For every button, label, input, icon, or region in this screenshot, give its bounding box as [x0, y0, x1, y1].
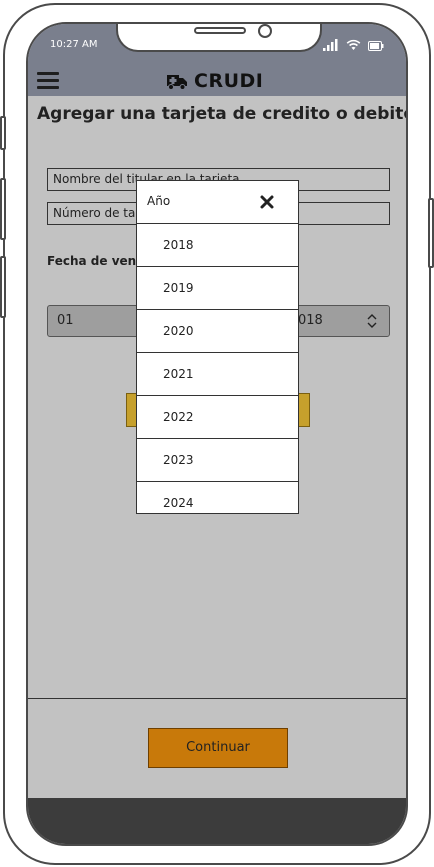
- year-option-2021[interactable]: 2021: [137, 353, 298, 396]
- camera: [258, 24, 272, 38]
- status-icons: [323, 39, 384, 51]
- battery-icon: [368, 41, 384, 51]
- status-time: 10:27 AM: [50, 39, 98, 50]
- year-option-2024[interactable]: 2024: [137, 482, 298, 513]
- year-option-2019[interactable]: 2019: [137, 267, 298, 310]
- up-down-chevron-icon: [367, 314, 377, 328]
- hamburger-menu-icon[interactable]: [37, 72, 59, 90]
- speaker: [194, 27, 246, 34]
- continue-button[interactable]: Continuar: [148, 728, 288, 768]
- year-option-2023[interactable]: 2023: [137, 439, 298, 482]
- year-picker-dialog: Año 2018 2019 2020 2021 2022 2023 2024: [136, 180, 299, 514]
- status-bar: 10:27 AM: [28, 24, 406, 66]
- wifi-icon: [346, 39, 361, 50]
- year-option-2018[interactable]: 2018: [137, 224, 298, 267]
- bottom-bar: [28, 798, 406, 844]
- side-button: [0, 178, 6, 240]
- year-option-2020[interactable]: 2020: [137, 310, 298, 353]
- ambulance-icon: [167, 75, 187, 90]
- side-button: [428, 198, 434, 268]
- year-option-2022[interactable]: 2022: [137, 396, 298, 439]
- signal-icon: [323, 39, 338, 51]
- year-picker-header: Año: [137, 181, 298, 224]
- divider: [28, 698, 406, 699]
- app-header: CRUDI: [28, 66, 406, 96]
- expiry-year-value: 018: [298, 313, 323, 328]
- side-button: [0, 256, 6, 318]
- brand: CRUDI: [166, 70, 263, 92]
- expiry-month-value: 01: [57, 313, 74, 328]
- app-name: CRUDI: [194, 70, 264, 92]
- year-picker-title: Año: [147, 194, 171, 208]
- notch: [116, 24, 322, 52]
- page-title: Agregar una tarjeta de credito o debito: [37, 104, 408, 124]
- side-button: [0, 116, 6, 150]
- close-icon[interactable]: [259, 194, 275, 210]
- expiry-date-label: Fecha de venc: [47, 254, 144, 268]
